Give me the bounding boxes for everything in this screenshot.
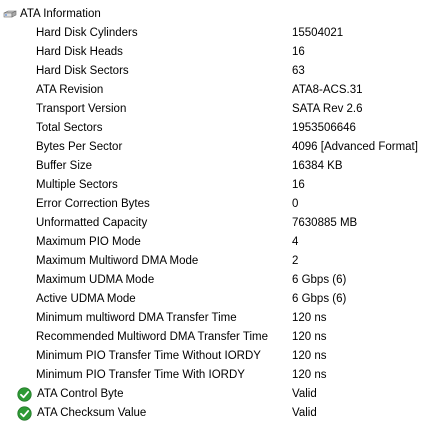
property-value: 16	[292, 179, 305, 191]
property-value: 1953506646	[292, 122, 356, 134]
property-label: Bytes Per Sector	[36, 141, 123, 153]
property-value: 6 Gbps (6)	[292, 293, 347, 305]
property-row-ata-revision[interactable]: ATA Revision ATA8-ACS.31	[0, 81, 438, 100]
property-label: Maximum PIO Mode	[36, 236, 141, 248]
property-label: Hard Disk Heads	[36, 46, 123, 58]
property-row-maximum-udma-mode[interactable]: Maximum UDMA Mode 6 Gbps (6)	[0, 271, 438, 290]
ata-information-tree: ATA Information Hard Disk Cylinders 1550…	[0, 5, 438, 423]
property-row-buffer-size[interactable]: Buffer Size 16384 KB	[0, 157, 438, 176]
property-value: 120 ns	[292, 312, 327, 324]
property-value: 16	[292, 46, 305, 58]
property-value: 15504021	[292, 27, 344, 39]
check-icon	[17, 387, 32, 402]
property-value: 120 ns	[292, 369, 327, 381]
property-row-transport-version[interactable]: Transport Version SATA Rev 2.6	[0, 100, 438, 119]
property-label: Minimum PIO Transfer Time Without IORDY	[36, 350, 261, 362]
property-row-minimum-pio-transfer-time-without-iordy[interactable]: Minimum PIO Transfer Time Without IORDY …	[0, 347, 438, 366]
property-value: 2	[292, 255, 299, 267]
status-value: Valid	[292, 407, 317, 419]
property-label: Unformatted Capacity	[36, 217, 148, 229]
property-label: ATA Revision	[36, 84, 104, 96]
property-label: Multiple Sectors	[36, 179, 118, 191]
property-label: Transport Version	[36, 103, 127, 115]
section-title: ATA Information	[20, 8, 101, 20]
property-row-maximum-pio-mode[interactable]: Maximum PIO Mode 4	[0, 233, 438, 252]
property-label: Maximum UDMA Mode	[36, 274, 155, 286]
property-value: 4	[292, 236, 299, 248]
property-value: SATA Rev 2.6	[292, 103, 363, 115]
property-label: Minimum PIO Transfer Time With IORDY	[36, 369, 245, 381]
property-row-unformatted-capacity[interactable]: Unformatted Capacity 7630885 MB	[0, 214, 438, 233]
property-row-minimum-pio-transfer-time-with-iordy[interactable]: Minimum PIO Transfer Time With IORDY 120…	[0, 366, 438, 385]
property-value: 6 Gbps (6)	[292, 274, 347, 286]
property-row-active-udma-mode[interactable]: Active UDMA Mode 6 Gbps (6)	[0, 290, 438, 309]
section-header-ata-information[interactable]: ATA Information	[0, 5, 438, 24]
property-row-multiple-sectors[interactable]: Multiple Sectors 16	[0, 176, 438, 195]
property-label: Buffer Size	[36, 160, 93, 172]
property-value: 4096 [Advanced Format]	[292, 141, 418, 153]
drive-info-icon	[3, 10, 17, 18]
property-row-bytes-per-sector[interactable]: Bytes Per Sector 4096 [Advanced Format]	[0, 138, 438, 157]
property-value: 16384 KB	[292, 160, 343, 172]
property-row-hard-disk-heads[interactable]: Hard Disk Heads 16	[0, 43, 438, 62]
check-icon	[17, 406, 32, 421]
property-value: 0	[292, 198, 299, 210]
property-label: Error Correction Bytes	[36, 198, 150, 210]
property-value: 7630885 MB	[292, 217, 358, 229]
property-value: ATA8-ACS.31	[292, 84, 363, 96]
status-label: ATA Control Byte	[37, 388, 124, 400]
status-row-ata-checksum-value[interactable]: ATA Checksum Value Valid	[0, 404, 438, 423]
property-value: 120 ns	[292, 331, 327, 343]
property-label: Hard Disk Cylinders	[36, 27, 138, 39]
property-value: 120 ns	[292, 350, 327, 362]
status-row-ata-control-byte[interactable]: ATA Control Byte Valid	[0, 385, 438, 404]
property-row-maximum-multiword-dma-mode[interactable]: Maximum Multiword DMA Mode 2	[0, 252, 438, 271]
property-label: Hard Disk Sectors	[36, 65, 129, 77]
property-row-minimum-multiword-dma-transfer-time[interactable]: Minimum multiword DMA Transfer Time 120 …	[0, 309, 438, 328]
property-row-hard-disk-sectors[interactable]: Hard Disk Sectors 63	[0, 62, 438, 81]
property-label: Total Sectors	[36, 122, 103, 134]
property-label: Recommended Multiword DMA Transfer Time	[36, 331, 268, 343]
status-value: Valid	[292, 388, 317, 400]
status-label: ATA Checksum Value	[37, 407, 147, 419]
property-value: 63	[292, 65, 305, 77]
property-label: Active UDMA Mode	[36, 293, 136, 305]
property-row-recommended-multiword-dma-transfer-time[interactable]: Recommended Multiword DMA Transfer Time …	[0, 328, 438, 347]
property-row-hard-disk-cylinders[interactable]: Hard Disk Cylinders 15504021	[0, 24, 438, 43]
property-row-error-correction-bytes[interactable]: Error Correction Bytes 0	[0, 195, 438, 214]
property-label: Minimum multiword DMA Transfer Time	[36, 312, 237, 324]
property-label: Maximum Multiword DMA Mode	[36, 255, 199, 267]
property-row-total-sectors[interactable]: Total Sectors 1953506646	[0, 119, 438, 138]
